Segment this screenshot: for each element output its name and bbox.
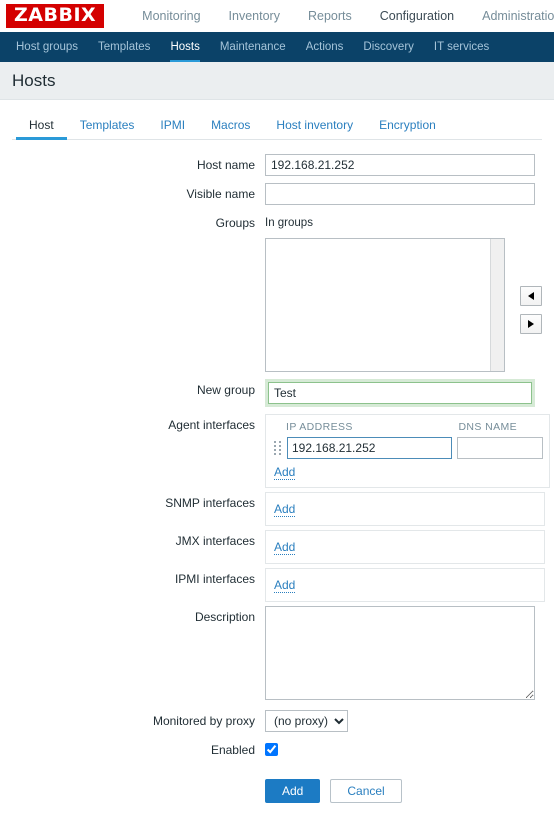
snmp-interfaces-table: Add	[265, 492, 545, 526]
cancel-button[interactable]: Cancel	[330, 779, 401, 803]
topmenu-item-administration[interactable]: Administration	[468, 0, 554, 32]
row-agent-interfaces: Agent interfaces IP ADDRESS DNS NAME Ad	[12, 414, 542, 488]
label-monitored-by-proxy: Monitored by proxy	[12, 710, 265, 732]
field-jmx-interfaces: Add	[265, 530, 542, 564]
drag-handle-icon[interactable]	[274, 439, 284, 457]
row-ipmi-interfaces: IPMI interfaces Add	[12, 568, 542, 602]
add-button[interactable]: Add	[265, 779, 320, 803]
move-left-button[interactable]	[520, 286, 542, 306]
label-enabled: Enabled	[12, 739, 265, 761]
subnav-item-discovery[interactable]: Discovery	[353, 32, 423, 62]
tab-macros[interactable]: Macros	[198, 118, 263, 139]
column-header-dns-name: DNS NAME	[458, 421, 541, 433]
ipmi-interfaces-table: Add	[265, 568, 545, 602]
label-visible-name: Visible name	[12, 183, 265, 205]
agent-interface-dns-input[interactable]	[457, 437, 543, 459]
label-agent-interfaces: Agent interfaces	[12, 414, 265, 436]
field-ipmi-interfaces: Add	[265, 568, 542, 602]
column-header-ip-address: IP ADDRESS	[274, 421, 458, 433]
topmenu-item-reports[interactable]: Reports	[294, 0, 366, 32]
row-form-actions: Add Cancel	[12, 768, 542, 803]
agent-interfaces-header: IP ADDRESS DNS NAME	[274, 421, 541, 437]
tab-host[interactable]: Host	[16, 118, 67, 139]
label-snmp-interfaces: SNMP interfaces	[12, 492, 265, 514]
field-enabled	[265, 739, 542, 756]
host-name-input[interactable]	[265, 154, 535, 176]
row-description: Description	[12, 606, 542, 703]
subnav-item-host-groups[interactable]: Host groups	[6, 32, 88, 62]
field-host-name	[265, 154, 542, 176]
row-groups: Groups In groups	[12, 212, 542, 372]
row-monitored-by-proxy: Monitored by proxy (no proxy)	[12, 710, 542, 732]
label-description: Description	[12, 606, 265, 628]
field-new-group	[265, 379, 542, 407]
new-group-highlight	[265, 379, 535, 407]
row-enabled: Enabled	[12, 739, 542, 761]
field-agent-interfaces: IP ADDRESS DNS NAME Add	[265, 414, 542, 488]
host-form-container: Host Templates IPMI Macros Host inventor…	[0, 110, 554, 803]
subnav-item-templates[interactable]: Templates	[88, 32, 160, 62]
enabled-checkbox[interactable]	[265, 743, 278, 756]
label-ipmi-interfaces: IPMI interfaces	[12, 568, 265, 590]
tab-host-inventory[interactable]: Host inventory	[263, 118, 366, 139]
topmenu-item-inventory[interactable]: Inventory	[215, 0, 294, 32]
field-visible-name	[265, 183, 542, 205]
add-agent-interface-link[interactable]: Add	[274, 465, 295, 480]
groups-listbox[interactable]	[265, 238, 505, 372]
page-title: Hosts	[12, 71, 55, 91]
label-host-name: Host name	[12, 154, 265, 176]
description-textarea[interactable]	[265, 606, 535, 700]
topmenu-item-configuration[interactable]: Configuration	[366, 0, 468, 32]
row-host-name: Host name	[12, 154, 542, 176]
row-snmp-interfaces: SNMP interfaces Add	[12, 492, 542, 526]
field-form-actions: Add Cancel	[265, 768, 542, 803]
subnav-item-maintenance[interactable]: Maintenance	[210, 32, 296, 62]
zabbix-logo[interactable]: ZABBIX	[6, 4, 104, 28]
form-tabs: Host Templates IPMI Macros Host inventor…	[12, 110, 542, 140]
host-form: Host name Visible name Groups In groups	[12, 140, 542, 803]
row-visible-name: Visible name	[12, 183, 542, 205]
secondary-navigation: Host groups Templates Hosts Maintenance …	[0, 32, 554, 62]
in-groups-label: In groups	[265, 212, 542, 234]
page-title-band: Hosts	[0, 62, 554, 100]
label-groups: Groups	[12, 212, 265, 234]
field-description	[265, 606, 542, 703]
groups-listbox-scrollbar[interactable]	[490, 239, 504, 371]
field-monitored-by-proxy: (no proxy)	[265, 710, 542, 732]
visible-name-input[interactable]	[265, 183, 535, 205]
agent-interfaces-table: IP ADDRESS DNS NAME Add	[265, 414, 550, 488]
row-jmx-interfaces: JMX interfaces Add	[12, 530, 542, 564]
primary-navigation: Monitoring Inventory Reports Configurati…	[128, 0, 554, 32]
tab-encryption[interactable]: Encryption	[366, 118, 449, 139]
label-new-group: New group	[12, 379, 265, 401]
subnav-item-hosts[interactable]: Hosts	[160, 32, 209, 62]
tab-templates[interactable]: Templates	[67, 118, 148, 139]
arrow-right-icon	[528, 320, 534, 328]
field-snmp-interfaces: Add	[265, 492, 542, 526]
new-group-input[interactable]	[268, 382, 532, 404]
monitored-by-proxy-select[interactable]: (no proxy)	[265, 710, 348, 732]
tab-ipmi[interactable]: IPMI	[147, 118, 198, 139]
add-jmx-interface-link[interactable]: Add	[274, 540, 295, 555]
add-snmp-interface-link[interactable]: Add	[274, 502, 295, 517]
arrow-left-icon	[528, 292, 534, 300]
form-action-buttons: Add Cancel	[265, 779, 542, 803]
top-header: ZABBIX Monitoring Inventory Reports Conf…	[0, 0, 554, 32]
jmx-interfaces-table: Add	[265, 530, 545, 564]
agent-interface-row	[274, 437, 541, 459]
row-new-group: New group	[12, 379, 542, 407]
label-jmx-interfaces: JMX interfaces	[12, 530, 265, 552]
topmenu-item-monitoring[interactable]: Monitoring	[128, 0, 214, 32]
subnav-item-actions[interactable]: Actions	[296, 32, 354, 62]
agent-interface-ip-input[interactable]	[287, 437, 452, 459]
add-ipmi-interface-link[interactable]: Add	[274, 578, 295, 593]
groups-transfer-buttons	[520, 286, 542, 334]
groups-selector	[265, 238, 542, 372]
move-right-button[interactable]	[520, 314, 542, 334]
field-groups: In groups	[265, 212, 542, 372]
subnav-item-it-services[interactable]: IT services	[424, 32, 499, 62]
